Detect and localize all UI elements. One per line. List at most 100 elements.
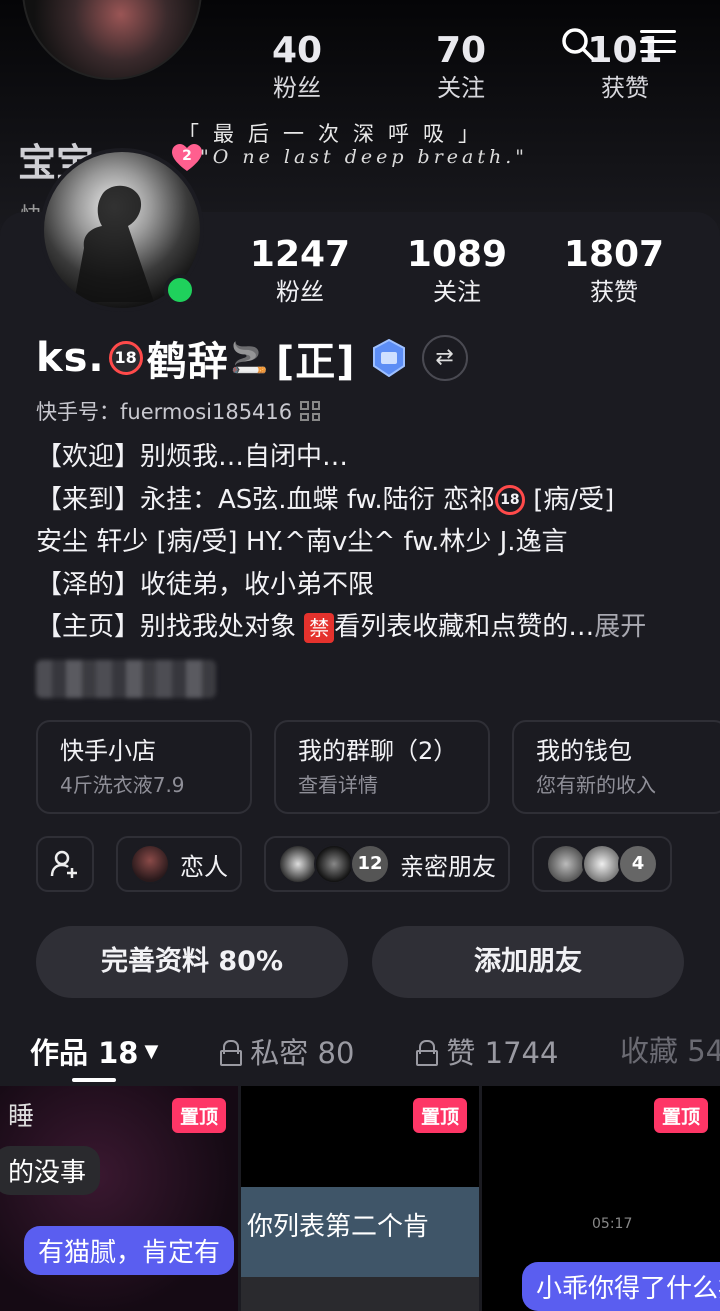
bg-stat-label: 粉丝 — [273, 74, 321, 102]
bg-stat-fans: 40 粉丝 — [252, 30, 342, 104]
pinned-badge: 置顶 — [171, 1098, 226, 1133]
lock-icon — [220, 1040, 243, 1066]
tab-private[interactable]: 私密 80 — [220, 1030, 354, 1072]
stat-label: 关注 — [433, 278, 481, 306]
thumbnail-text: 小乖你得了什么病 — [522, 1262, 720, 1311]
switch-account-icon[interactable]: ⇄ — [421, 335, 468, 381]
avatar — [130, 844, 170, 884]
avatar — [278, 844, 318, 884]
online-status-dot — [164, 274, 196, 306]
age-18-icon: 18 — [108, 341, 143, 375]
tile-subtitle: 查看详情 — [298, 773, 378, 797]
bg-stat-number: 70 — [435, 30, 487, 71]
bio-line: 【来到】永挂：AS弦.血蝶 fw.陆衍 恋祁 18 [病/受] — [36, 479, 696, 522]
tile-title: 快手小店 — [60, 737, 156, 765]
bio-text: 看列表收藏和点赞的… — [334, 612, 595, 642]
name-prefix: ks. — [36, 335, 105, 381]
kuaishou-id-text: 快手号：fuermosi185416 — [36, 400, 293, 424]
bio-text: 【主页】别找我处对象 — [36, 612, 305, 642]
bg-stat-label: 关注 — [437, 74, 485, 102]
expand-bio-link[interactable]: 展开 — [594, 612, 646, 642]
name-suffix: [正] — [275, 339, 356, 385]
chevron-down-icon: ▼ — [144, 1040, 159, 1062]
stat-following[interactable]: 1089 关注 — [387, 234, 527, 308]
stat-label: 获赞 — [590, 278, 638, 306]
add-user-button[interactable] — [36, 836, 94, 892]
thumbnail-text: 的没事 — [0, 1146, 101, 1195]
tile-subtitle: 4斤洗衣液7.9 — [60, 773, 185, 797]
feature-tiles: 快手小店 4斤洗衣液7.9 我的群聊（2） 查看详情 我的钱包 您有新的收入 — [36, 720, 720, 814]
stat-number: 1247 — [249, 234, 351, 275]
close-friends-label: 亲密朋友 — [400, 852, 496, 881]
stat-likes[interactable]: 1807 获赞 — [544, 234, 684, 308]
add-friend-button[interactable]: 添加朋友 — [372, 926, 684, 998]
heart-count: 2 — [182, 148, 192, 164]
cigarette-icon: 🚬 — [230, 340, 268, 376]
blurred-info — [36, 660, 216, 698]
profile-bio: 【欢迎】别烦我…自闭中… 【来到】永挂：AS弦.血蝶 fw.陆衍 恋祁 18 [病… — [36, 436, 696, 649]
bio-text: [病/受] — [533, 484, 615, 515]
forbidden-icon: 禁 — [304, 612, 335, 643]
lover-label: 恋人 — [180, 852, 228, 881]
name-main: 鹤辞 — [146, 339, 229, 385]
stat-number: 1807 — [563, 234, 665, 275]
poem-english: "O ne last deep breath." — [200, 146, 529, 168]
bg-stat-number: 40 — [271, 30, 323, 71]
tab-label: 赞 1744 — [446, 1036, 559, 1070]
background-avatar — [22, 0, 202, 80]
poem-chinese: 「最后一次深呼吸」 — [178, 122, 493, 146]
tab-works[interactable]: 作品 18 ▼ — [30, 1030, 158, 1072]
bio-line: 【欢迎】别烦我…自闭中… — [36, 442, 349, 472]
tab-label: 作品 18 — [30, 1036, 139, 1070]
stat-label: 粉丝 — [276, 278, 324, 306]
content-tabs: 作品 18 ▼ 私密 80 赞 1744 — [30, 1026, 620, 1076]
thumbnail-time: 05:17 — [592, 1216, 633, 1232]
bio-line: 【泽的】收徒弟，收小弟不限 — [36, 569, 375, 600]
more-friends-count: 4 — [618, 844, 658, 884]
bio-text: 【来到】永挂：AS弦.血蝶 fw.陆衍 恋祁 — [36, 484, 495, 515]
avatar — [582, 844, 622, 884]
menu-icon[interactable] — [640, 30, 676, 60]
work-thumbnail[interactable]: 睡 的没事 有猫腻，肯定有 置顶 — [0, 1086, 238, 1311]
thumbnail-text: 你列表第二个肯 — [247, 1212, 430, 1242]
pinned-badge: 置顶 — [412, 1098, 467, 1133]
avatar — [314, 844, 354, 884]
search-icon[interactable] — [560, 26, 596, 62]
complete-profile-button[interactable]: 完善资料 80% — [36, 926, 348, 998]
tile-wallet[interactable]: 我的钱包 您有新的收入 — [512, 720, 720, 814]
bg-stat-following: 70 关注 — [416, 30, 506, 104]
tile-group-chat[interactable]: 我的群聊（2） 查看详情 — [274, 720, 490, 814]
profile-name-row: ks. 18 鹤辞 🚬 [正] ⇄ — [36, 330, 468, 386]
lover-chip[interactable]: 恋人 — [116, 836, 242, 892]
work-thumbnail[interactable]: 05:17 小乖你得了什么病 置顶 — [482, 1086, 720, 1311]
bio-line: 安尘 轩少 [病/受] HY.^南v尘^ fw.林少 J.逸言 — [36, 527, 568, 557]
tab-likes[interactable]: 赞 1744 — [416, 1030, 558, 1072]
qr-code-icon[interactable] — [300, 401, 321, 421]
works-grid: 睡 的没事 有猫腻，肯定有 置顶 你列表第二个肯 置顶 05:17 小乖你得了什… — [0, 1086, 720, 1311]
pinned-badge: 置顶 — [653, 1098, 708, 1133]
age-18-icon: 18 — [494, 485, 525, 515]
bg-stat-label: 获赞 — [601, 74, 649, 102]
tile-shop[interactable]: 快手小店 4斤洗衣液7.9 — [36, 720, 252, 814]
stat-number: 1089 — [406, 234, 508, 275]
verified-shield-icon[interactable] — [372, 339, 406, 377]
close-friends-count: 12 — [350, 844, 390, 884]
work-thumbnail[interactable]: 你列表第二个肯 置顶 — [241, 1086, 479, 1311]
tab-favorites[interactable]: 收藏 54 — [620, 1026, 720, 1076]
tile-subtitle: 您有新的收入 — [536, 773, 656, 797]
thumbnail-text: 有猫腻，肯定有 — [24, 1226, 235, 1275]
close-friends-chip[interactable]: 12 亲密朋友 — [264, 836, 510, 892]
relationship-chips: 恋人 12 亲密朋友 4 — [36, 836, 672, 892]
tab-label: 私密 80 — [250, 1036, 355, 1070]
active-tab-indicator — [72, 1078, 116, 1082]
bio-line: 【主页】别找我处对象 禁看列表收藏和点赞的…展开 — [36, 606, 696, 649]
add-user-icon — [50, 850, 77, 878]
tile-title: 我的钱包 — [536, 737, 632, 765]
avatar — [546, 844, 586, 884]
thumbnail-text: 睡 — [8, 1102, 35, 1132]
lock-icon — [416, 1040, 439, 1066]
more-friends-chip[interactable]: 4 — [532, 836, 672, 892]
tile-title: 我的群聊（2） — [298, 737, 458, 765]
kuaishou-id[interactable]: 快手号：fuermosi185416 — [36, 396, 321, 426]
stat-fans[interactable]: 1247 粉丝 — [230, 234, 370, 308]
